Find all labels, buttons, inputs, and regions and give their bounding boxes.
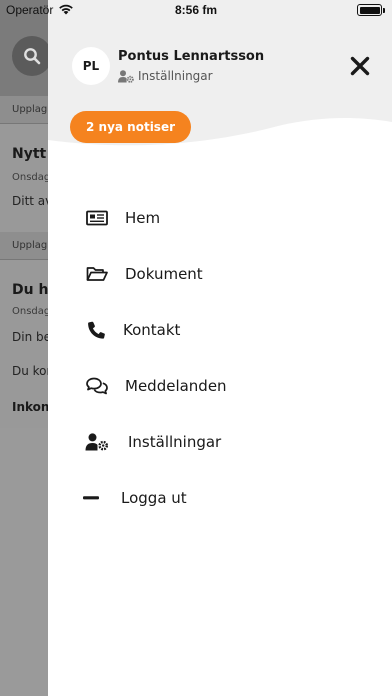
background-card-text: Du kor [12,364,52,378]
chat-bubbles-icon [84,375,110,397]
user-cog-icon [118,69,134,83]
background-card-title: Nytt [12,146,47,162]
menu-label-settings: Inställningar [128,433,222,451]
menu-item-logout[interactable]: Logga ut [48,476,392,520]
notifications-button[interactable]: 2 nya notiser [70,111,192,143]
user-cog-icon [84,431,110,453]
phone-icon [84,319,110,341]
background-search-button [12,36,52,76]
close-icon [350,56,370,76]
menu-label-logout: Logga ut [121,489,187,507]
menu-label-home: Hem [125,209,161,227]
folder-open-icon [84,263,110,285]
profile-settings-label: Inställningar [138,69,213,83]
minus-icon [78,487,104,509]
profile-settings-link[interactable]: Inställningar [118,69,213,83]
user-name: Pontus Lennartsson [118,49,265,64]
background-card-bold-text: Inkon [12,400,50,414]
menu-item-home[interactable]: Hem [48,196,392,240]
menu-label-documents: Dokument [125,265,203,283]
menu-item-contact[interactable]: Kontakt [48,308,392,352]
background-card-text: Ditt av [12,194,53,208]
search-icon [24,48,41,65]
battery-icon [357,4,385,16]
avatar[interactable]: PL [72,47,110,85]
clock: 8:56 fm [174,3,218,17]
menu-label-contact: Kontakt [123,321,181,339]
close-button[interactable] [348,54,372,78]
menu-item-settings[interactable]: Inställningar [48,420,392,464]
menu-item-messages[interactable]: Meddelanden [48,364,392,408]
background-card-date: Onsdag [12,306,51,317]
background-card-date: Onsdag [12,172,51,183]
status-bar: Operatör 8:56 fm [0,0,392,22]
side-drawer: PL Pontus Lennartsson Inställningar 2 ny… [48,0,392,696]
background-card-text: Din be [12,330,51,344]
menu-label-messages: Meddelanden [125,377,227,395]
newspaper-icon [84,207,110,229]
menu-item-documents[interactable]: Dokument [48,252,392,296]
